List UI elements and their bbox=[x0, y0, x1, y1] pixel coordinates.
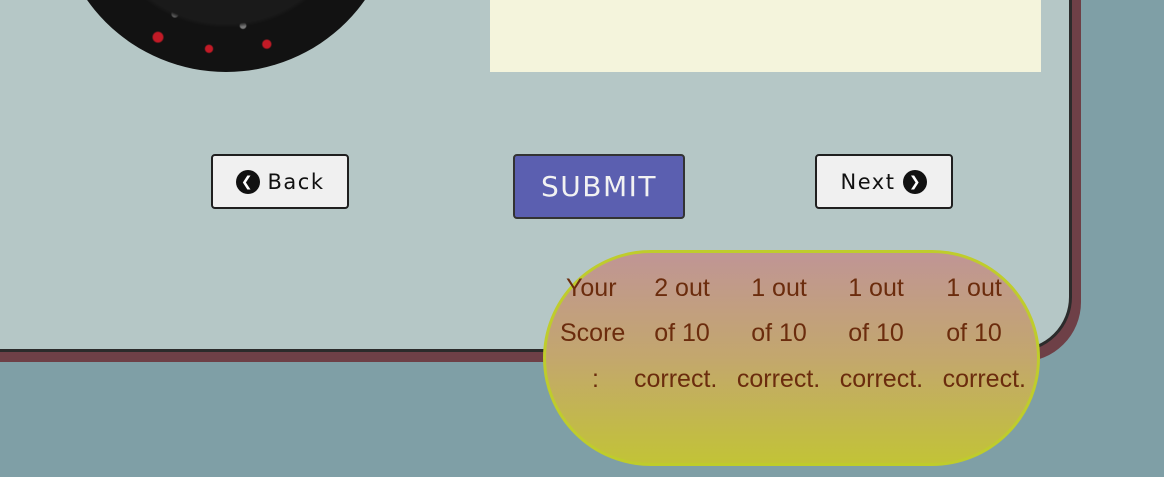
score-entry-1-line1: 2 out bbox=[654, 274, 710, 302]
question-text-panel bbox=[490, 0, 1041, 72]
score-label-line1: Your bbox=[566, 274, 617, 302]
score-label-line2: Score bbox=[560, 319, 626, 347]
score-entry-2-line1: 1 out bbox=[751, 274, 807, 302]
chevron-left-circle-icon: ❮ bbox=[235, 169, 260, 194]
score-label-colon: : bbox=[592, 365, 599, 393]
back-button-label: Back bbox=[267, 169, 325, 194]
submit-button-label: SUBMIT bbox=[541, 170, 657, 203]
score-correct-row: correct. correct. correct. correct. bbox=[634, 357, 1026, 402]
score-entry-1-line2: of 10 bbox=[654, 319, 710, 347]
submit-button[interactable]: SUBMIT bbox=[513, 154, 685, 219]
score-entry-1-line3: correct. bbox=[634, 365, 718, 393]
next-button[interactable]: Next ❯ bbox=[815, 154, 953, 209]
next-button-label: Next bbox=[840, 169, 896, 194]
score-entry-3-line3: correct. bbox=[839, 365, 924, 393]
score-entry-2-line3: correct. bbox=[736, 365, 821, 393]
back-button[interactable]: ❮ Back bbox=[211, 154, 349, 209]
score-entry-2-line2: of 10 bbox=[751, 319, 807, 347]
score-entry-4-line1: 1 out bbox=[946, 274, 1002, 302]
score-entry-3-line2: of 10 bbox=[848, 319, 904, 347]
chevron-right-circle-icon: ❯ bbox=[903, 169, 928, 194]
score-entry-3-line1: 1 out bbox=[848, 274, 904, 302]
score-entry-4-line3: correct. bbox=[942, 365, 1026, 393]
score-entry-4-line2: of 10 bbox=[946, 319, 1002, 347]
